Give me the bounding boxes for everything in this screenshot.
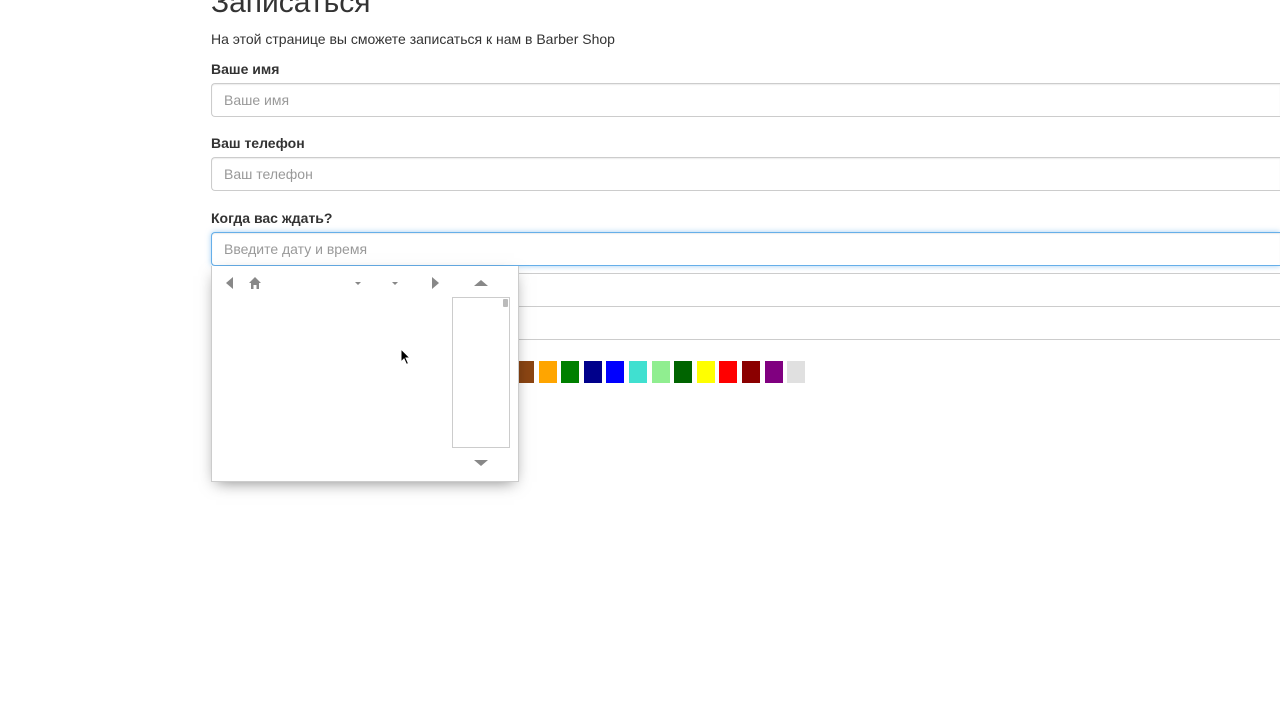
booking-page: Записаться На этой странице вы сможете з… bbox=[0, 0, 1280, 720]
color-swatch[interactable] bbox=[561, 361, 580, 383]
month-chevron-down-icon[interactable] bbox=[355, 282, 361, 285]
home-icon[interactable] bbox=[248, 276, 262, 290]
phone-label: Ваш телефон bbox=[211, 135, 305, 151]
color-swatches bbox=[516, 361, 810, 383]
page-title: Записаться bbox=[211, 0, 371, 19]
datetime-input[interactable] bbox=[211, 232, 1280, 266]
mouse-cursor-icon bbox=[400, 347, 412, 366]
color-swatch[interactable] bbox=[696, 361, 715, 383]
color-swatch[interactable] bbox=[741, 361, 760, 383]
color-swatch[interactable] bbox=[628, 361, 647, 383]
color-swatch[interactable] bbox=[764, 361, 783, 383]
chevron-left-icon[interactable] bbox=[226, 277, 233, 289]
color-swatch[interactable] bbox=[651, 361, 670, 383]
time-scrollbar[interactable] bbox=[503, 299, 508, 307]
phone-input[interactable] bbox=[211, 157, 1280, 191]
color-swatch[interactable] bbox=[719, 361, 738, 383]
color-swatch[interactable] bbox=[674, 361, 693, 383]
time-down-chevron-icon[interactable] bbox=[474, 460, 488, 466]
color-swatch[interactable] bbox=[787, 361, 806, 383]
color-swatch[interactable] bbox=[538, 361, 557, 383]
datetime-label: Когда вас ждать? bbox=[211, 210, 333, 226]
color-swatch[interactable] bbox=[606, 361, 625, 383]
chevron-right-icon[interactable] bbox=[432, 277, 439, 289]
time-up-chevron-icon[interactable] bbox=[474, 280, 488, 286]
name-label: Ваше имя bbox=[211, 61, 280, 77]
datetime-picker bbox=[211, 266, 519, 482]
color-swatch[interactable] bbox=[583, 361, 602, 383]
year-chevron-down-icon[interactable] bbox=[392, 282, 398, 285]
time-list[interactable] bbox=[452, 297, 510, 448]
name-input[interactable] bbox=[211, 83, 1280, 117]
page-lead: На этой странице вы сможете записаться к… bbox=[211, 31, 615, 47]
